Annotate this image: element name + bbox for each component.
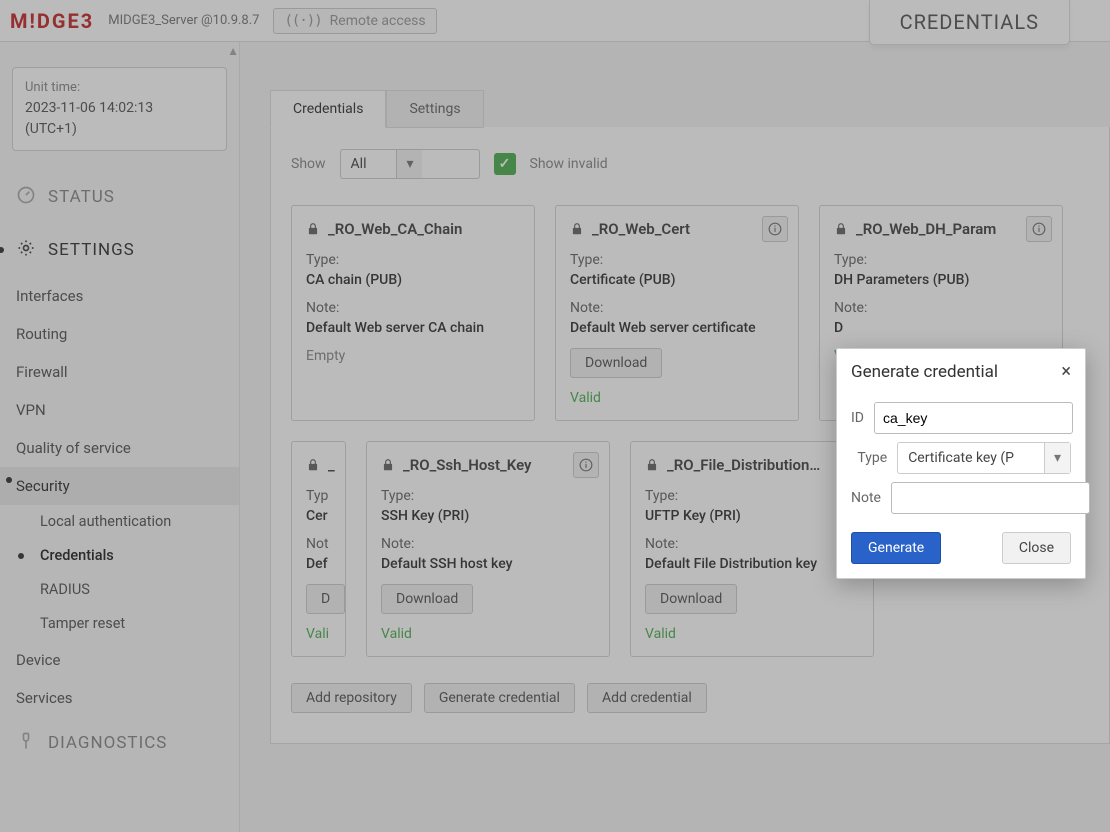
generate-button[interactable]: Generate [851,532,941,564]
close-icon[interactable]: × [1061,361,1071,382]
generate-credential-modal: Generate credential × ID Type Certificat… [836,348,1086,579]
type-value: Certificate key (P [898,450,1044,466]
modal-title: Generate credential [851,362,998,382]
id-label: ID [851,410,864,426]
type-select[interactable]: Certificate key (P ▾ [897,442,1071,474]
type-label: Type [851,450,887,466]
close-button[interactable]: Close [1002,532,1071,564]
note-label: Note [851,490,881,506]
note-input[interactable] [891,482,1090,514]
id-input[interactable] [874,402,1073,434]
chevron-down-icon: ▾ [1044,443,1070,473]
